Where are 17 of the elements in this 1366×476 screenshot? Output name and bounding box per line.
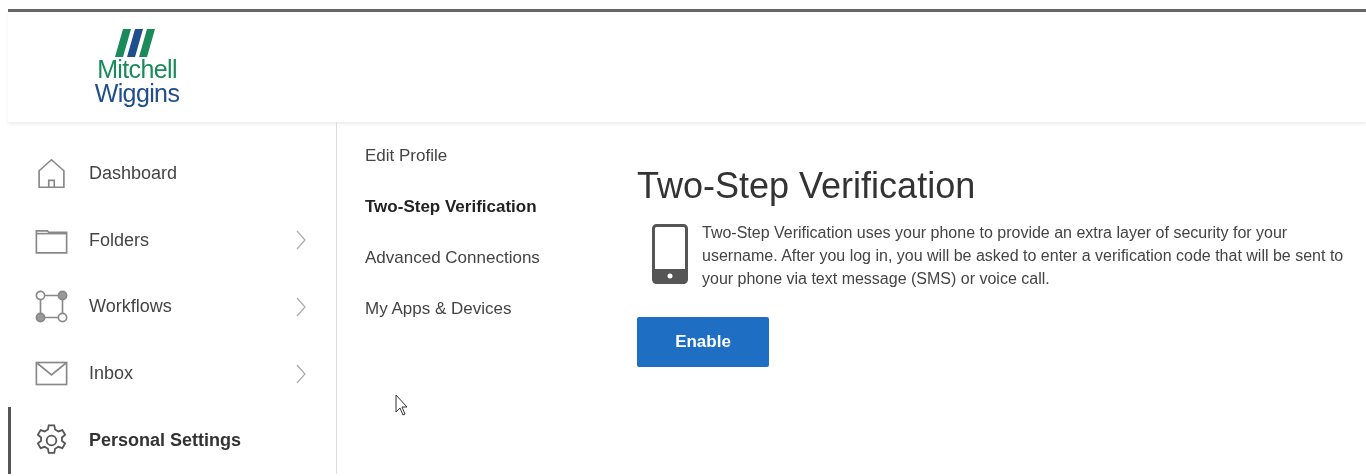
phone-icon xyxy=(652,224,688,284)
mouse-cursor-icon xyxy=(395,394,409,416)
sidebar-item[interactable]: Personal Settings xyxy=(8,407,336,474)
settings-menu-item[interactable]: Two-Step Verification xyxy=(365,195,537,219)
sidebar-item[interactable]: Inbox xyxy=(8,340,336,408)
sidebar-item[interactable]: Dashboard xyxy=(8,140,336,207)
home-icon xyxy=(35,156,68,190)
enable-button[interactable]: Enable xyxy=(637,317,769,367)
sidebar-item[interactable]: Workflows xyxy=(8,273,336,341)
settings-menu-item[interactable]: My Apps & Devices xyxy=(365,297,512,321)
company-logo[interactable]: Mitchell Wiggins xyxy=(82,29,192,105)
settings-menu-item[interactable]: Edit Profile xyxy=(365,144,448,168)
sidebar-item[interactable]: Folders xyxy=(8,206,336,274)
workflow-icon xyxy=(35,290,68,324)
description-text: Two-Step Verification uses your phone to provide an extra layer of security for your username. After you log in, you will be asked to enter a verification code that will be sent to your phone via text message (SMS) or voice call. xyxy=(702,223,1345,289)
settings-menu-item[interactable]: Advanced Connections xyxy=(365,246,540,270)
page-title: Two-Step Verification xyxy=(637,164,977,208)
